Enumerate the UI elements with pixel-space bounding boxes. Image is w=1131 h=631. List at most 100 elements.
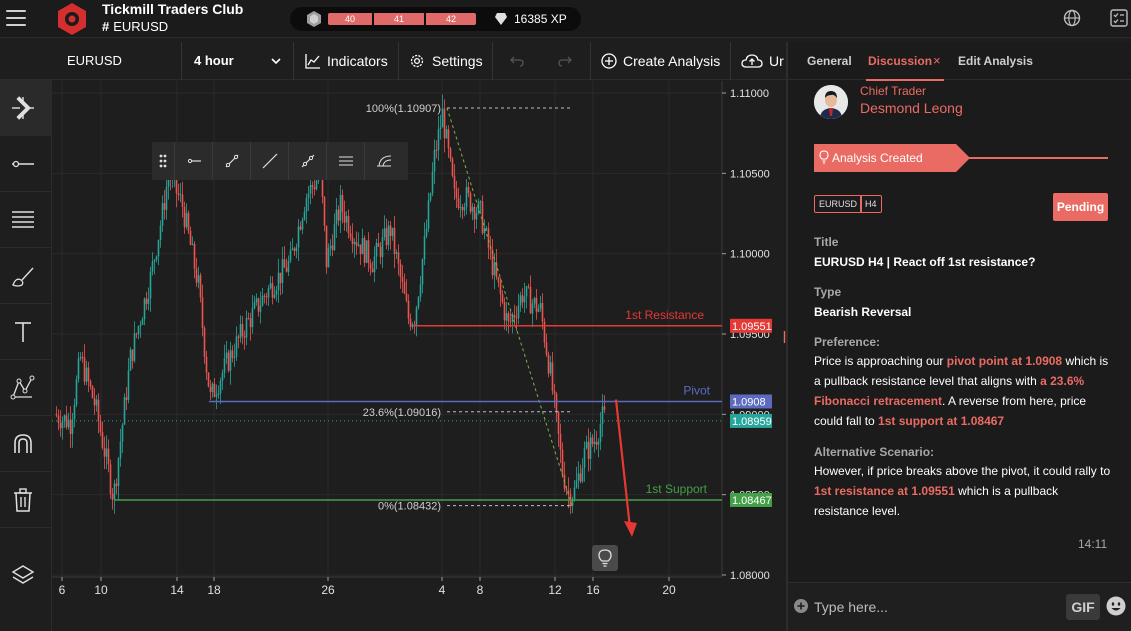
undo-button[interactable]	[493, 42, 541, 80]
indicators-label: Indicators	[327, 53, 388, 69]
candle-body	[99, 421, 102, 433]
candle-body	[367, 240, 370, 264]
resistance-price-tag: 1.09551	[732, 321, 772, 333]
checklist-icon[interactable]	[1110, 9, 1128, 27]
tab-edit-analysis[interactable]: Edit Analysis	[958, 54, 1033, 68]
indicators-button[interactable]: Indicators	[295, 42, 399, 80]
tab-general[interactable]: General	[807, 54, 852, 68]
candle-body	[313, 187, 316, 190]
analysis-title: EURUSD H4 | React off 1st resistance?	[814, 255, 1036, 269]
chevron-right-icon[interactable]	[10, 95, 36, 121]
avatar[interactable]	[814, 85, 848, 119]
pattern-tool[interactable]	[0, 360, 52, 416]
candle-body	[399, 263, 402, 278]
candle-body	[95, 399, 98, 406]
candle-body	[161, 203, 164, 226]
discussion-thread[interactable]: Chief Trader Desmond Leong Analysis Crea…	[788, 81, 1131, 581]
close-tab-icon[interactable]: ×	[933, 53, 941, 68]
candle-body	[457, 198, 460, 208]
text-tool[interactable]	[0, 304, 52, 360]
candle-body	[131, 349, 134, 361]
upload-button[interactable]: Ur	[731, 42, 786, 80]
date-tick-label: 6	[59, 583, 66, 597]
fib-tool[interactable]	[0, 192, 52, 248]
candle-body	[349, 233, 352, 238]
tab-discussion[interactable]: Discussion	[865, 54, 945, 81]
candle-body	[333, 224, 336, 251]
candle-body	[537, 308, 540, 312]
candle-body	[113, 483, 116, 500]
extended-line-button[interactable]	[250, 142, 288, 180]
candle-body	[391, 227, 394, 237]
candle-body	[551, 362, 554, 391]
trend-line-button[interactable]	[212, 142, 250, 180]
candle-body	[97, 399, 100, 422]
globe-icon[interactable]	[1063, 9, 1081, 27]
price-tick-label: 1.11000	[730, 88, 769, 100]
candle	[207, 372, 210, 388]
interval-selector[interactable]: 4 hour	[182, 42, 294, 80]
crosshair-tool[interactable]	[0, 80, 52, 136]
author-name[interactable]: Desmond Leong	[860, 100, 963, 116]
candle-body	[361, 238, 364, 255]
info-line-button[interactable]	[288, 142, 326, 180]
candle-body	[465, 187, 468, 208]
drag-handle-icon[interactable]	[158, 153, 168, 169]
candle-body	[327, 247, 330, 268]
candle-body	[377, 243, 380, 247]
candle	[469, 191, 472, 215]
candle-body	[343, 211, 346, 223]
menu-icon[interactable]	[6, 10, 26, 28]
settings-button[interactable]: Settings	[399, 42, 493, 80]
plus-circle-icon[interactable]	[794, 599, 808, 613]
candle-body	[579, 473, 582, 482]
brush-tool[interactable]	[0, 248, 52, 304]
candle-body	[591, 437, 594, 444]
candle-body	[387, 225, 390, 246]
candle-body	[461, 206, 464, 211]
resistance-highlight: 1st resistance at 1.09551	[814, 484, 955, 498]
candle	[451, 156, 454, 178]
price-tick-label: 1.10500	[730, 168, 770, 180]
candle-body	[603, 406, 606, 410]
parallel-channel-button[interactable]	[326, 142, 364, 180]
candle-body	[295, 247, 298, 252]
candle-body	[433, 149, 436, 172]
level-badge-icon	[307, 11, 321, 27]
magnet-tool[interactable]	[0, 416, 52, 472]
candle-body	[237, 336, 240, 338]
candle-body	[575, 480, 578, 488]
price-tick-label: 1.10000	[730, 249, 770, 261]
candle-body	[415, 307, 418, 327]
candle-body	[305, 198, 308, 212]
candle-body	[181, 194, 184, 207]
layers-tool[interactable]	[0, 548, 52, 604]
candle-body	[345, 215, 348, 223]
candle-body	[597, 441, 600, 445]
message-input[interactable]	[814, 597, 1054, 617]
candle-body	[217, 393, 220, 395]
xp-progress: 40 41 42 16385 XP	[290, 7, 581, 31]
candle-body	[239, 324, 242, 338]
candle	[91, 385, 94, 399]
redo-button[interactable]	[541, 42, 591, 80]
candle-body	[215, 394, 218, 397]
channel-name: # EURUSD	[102, 19, 169, 34]
create-analysis-button[interactable]: Create Analysis	[591, 42, 731, 80]
pivot-price-tag: 1.0908	[732, 396, 766, 408]
gif-button[interactable]: GIF	[1066, 594, 1100, 620]
symbol-selector[interactable]: EURUSD	[52, 42, 182, 80]
drawing-tools-sidebar	[0, 80, 52, 631]
trendline-tool[interactable]	[0, 136, 52, 192]
candle-body	[265, 296, 268, 298]
gear-icon	[410, 54, 424, 68]
settings-label: Settings	[432, 53, 483, 69]
idea-button[interactable]	[592, 545, 618, 571]
delete-tool[interactable]	[0, 472, 52, 528]
candle-body	[183, 206, 186, 228]
emoji-icon[interactable]	[1106, 596, 1126, 616]
ray-icon	[187, 158, 201, 164]
pitchfork-button[interactable]	[364, 142, 402, 180]
date-tick-label: 12	[548, 583, 562, 597]
ray-tool-button[interactable]	[174, 142, 212, 180]
